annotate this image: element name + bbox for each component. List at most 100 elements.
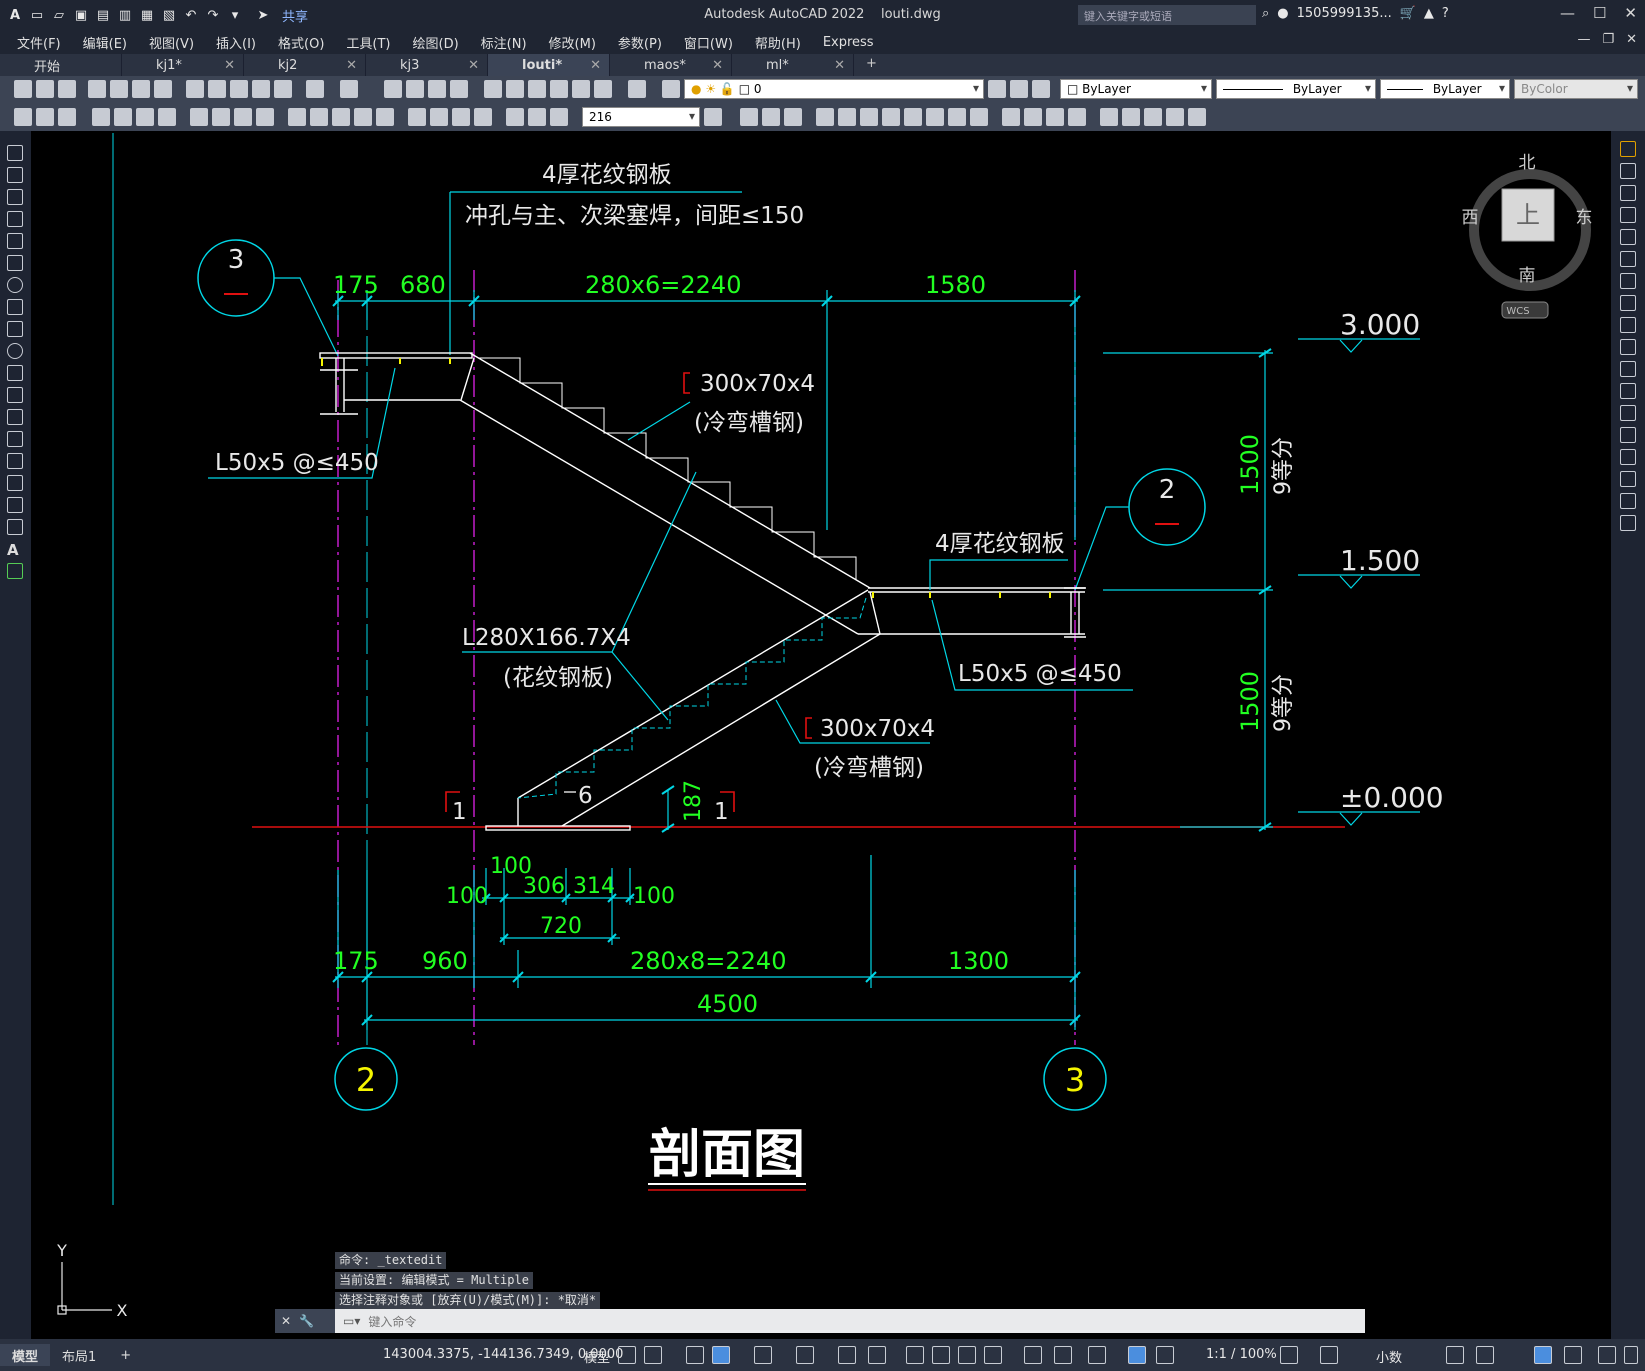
- quickcalc-icon[interactable]: [594, 80, 612, 98]
- move-icon[interactable]: [1620, 251, 1636, 267]
- undo-icon[interactable]: ↶: [182, 6, 200, 24]
- plotstyle-dropdown[interactable]: ByColor ▾: [1514, 79, 1638, 99]
- 3d-osnap-icon[interactable]: [984, 1346, 1002, 1364]
- close-icon[interactable]: ✕: [224, 58, 235, 73]
- explode-icon[interactable]: [1620, 515, 1636, 531]
- revision-cloud-icon[interactable]: [7, 299, 23, 315]
- layer-match-icon[interactable]: [14, 108, 32, 126]
- new-tab-button[interactable]: +: [854, 54, 889, 76]
- viewcube-top[interactable]: 上: [1516, 201, 1540, 229]
- markup-icon[interactable]: [572, 80, 590, 98]
- osnap-tracking-icon[interactable]: [838, 1346, 856, 1364]
- spline-icon[interactable]: [7, 321, 23, 337]
- isodraft-icon[interactable]: [796, 1346, 814, 1364]
- viewcube-south[interactable]: 南: [1519, 266, 1536, 286]
- drawing-canvas[interactable]: 上 北 南 东 西 WCS 175 680 280x6=2240 1580 4厚…: [31, 131, 1611, 1339]
- save-web-icon[interactable]: ▦: [138, 6, 156, 24]
- extend-icon[interactable]: [970, 108, 988, 126]
- add-selected-icon[interactable]: [7, 563, 23, 579]
- menu-window[interactable]: 窗口(W): [673, 33, 744, 52]
- erase-icon[interactable]: [740, 108, 758, 126]
- add-layout-button[interactable]: +: [108, 1348, 143, 1363]
- paste-icon[interactable]: [230, 80, 248, 98]
- menu-draw[interactable]: 绘图(D): [402, 33, 470, 52]
- tab-kj2[interactable]: kj2 ✕: [244, 54, 366, 76]
- dim-break-icon[interactable]: [376, 108, 394, 126]
- arc-icon[interactable]: [7, 255, 23, 271]
- search-input[interactable]: 键入关键字或短语: [1078, 5, 1256, 25]
- clean-screen-icon[interactable]: [1598, 1346, 1616, 1364]
- menu-help[interactable]: 帮助(H): [744, 33, 812, 52]
- close-icon[interactable]: ✕: [346, 58, 357, 73]
- viewcube[interactable]: 上 北 南 东 西 WCS: [1462, 153, 1593, 319]
- point-icon[interactable]: [7, 431, 23, 447]
- share-button[interactable]: 共享: [282, 6, 308, 25]
- bulb-icon[interactable]: ●: [691, 82, 701, 96]
- preview-icon[interactable]: [110, 80, 128, 98]
- save-icon[interactable]: ▣: [72, 6, 90, 24]
- line-icon[interactable]: [7, 145, 23, 161]
- array-edit-icon[interactable]: [1188, 108, 1206, 126]
- extend-icon[interactable]: [1620, 361, 1636, 377]
- join-icon[interactable]: [1620, 427, 1636, 443]
- transparency-icon[interactable]: [932, 1346, 950, 1364]
- close-icon[interactable]: ✕: [1624, 4, 1637, 22]
- tab-model[interactable]: 模型: [0, 1344, 51, 1366]
- gradient-icon[interactable]: [7, 475, 23, 491]
- undo-icon[interactable]: [306, 80, 324, 98]
- annotation-scale[interactable]: 1:1 / 100%: [1206, 1347, 1277, 1362]
- tolerance-icon[interactable]: [408, 108, 426, 126]
- design-center-icon[interactable]: [506, 80, 524, 98]
- ortho-icon[interactable]: [712, 1346, 730, 1364]
- hatch-icon[interactable]: [7, 453, 23, 469]
- wcs-label[interactable]: WCS: [1506, 306, 1529, 317]
- fillet-icon[interactable]: [1068, 108, 1086, 126]
- search-icon[interactable]: ⌕: [1262, 6, 1269, 21]
- pedit-icon[interactable]: [1122, 108, 1140, 126]
- match-properties-icon[interactable]: [252, 80, 270, 98]
- close-icon[interactable]: ✕: [590, 58, 601, 73]
- workspace-gear-icon[interactable]: [1280, 1346, 1298, 1364]
- plot-icon[interactable]: ▧: [160, 6, 178, 24]
- jogged-linear-icon[interactable]: [474, 108, 492, 126]
- break-at-point-icon[interactable]: [1620, 383, 1636, 399]
- viewcube-east[interactable]: 东: [1576, 208, 1593, 228]
- selection-filter-icon[interactable]: [1054, 1346, 1072, 1364]
- linetype-dropdown[interactable]: ByLayer ▾: [1216, 79, 1376, 99]
- zoom-realtime-icon[interactable]: [406, 80, 424, 98]
- selection-cycling-icon[interactable]: [958, 1346, 976, 1364]
- units-toggle[interactable]: 小数: [1376, 1347, 1402, 1366]
- fillet-icon[interactable]: [1620, 471, 1636, 487]
- open-web-icon[interactable]: ▥: [116, 6, 134, 24]
- linear-dim-icon[interactable]: [92, 108, 110, 126]
- drawing-svg[interactable]: 上 北 南 东 西 WCS 175 680 280x6=2240 1580 4厚…: [31, 131, 1611, 1339]
- save-as-icon[interactable]: ▤: [94, 6, 112, 24]
- autodesk-icon[interactable]: ▲: [1424, 6, 1434, 21]
- zoom-previous-icon[interactable]: [450, 80, 468, 98]
- sun-icon[interactable]: ☀: [705, 82, 716, 96]
- break-icon[interactable]: [1002, 108, 1020, 126]
- menu-edit[interactable]: 编辑(E): [72, 33, 138, 52]
- hatch-edit-icon[interactable]: [1166, 108, 1184, 126]
- layer-isolate-icon[interactable]: [36, 108, 54, 126]
- menu-parametric[interactable]: 参数(P): [607, 33, 673, 52]
- aligned-dim-icon[interactable]: [114, 108, 132, 126]
- offset-icon[interactable]: [1620, 207, 1636, 223]
- customize-menu-icon[interactable]: [1624, 1346, 1638, 1364]
- dim-update-icon[interactable]: [550, 108, 568, 126]
- properties-icon[interactable]: [484, 80, 502, 98]
- copy-icon[interactable]: [208, 80, 226, 98]
- layer-previous-icon[interactable]: [1010, 80, 1028, 98]
- ellipse-icon[interactable]: [7, 343, 23, 359]
- baseline-dim-icon[interactable]: [310, 108, 328, 126]
- annotation-monitor-icon[interactable]: [1320, 1346, 1338, 1364]
- trim-icon[interactable]: [948, 108, 966, 126]
- break-icon[interactable]: [1620, 405, 1636, 421]
- multiline-text-icon[interactable]: A: [7, 541, 23, 559]
- mirror-icon[interactable]: [784, 108, 802, 126]
- close-icon[interactable]: ✕: [834, 58, 845, 73]
- trim-icon[interactable]: [1620, 339, 1636, 355]
- chamfer-icon[interactable]: [1620, 449, 1636, 465]
- explode-icon[interactable]: [1100, 108, 1118, 126]
- menu-modify[interactable]: 修改(M): [538, 33, 607, 52]
